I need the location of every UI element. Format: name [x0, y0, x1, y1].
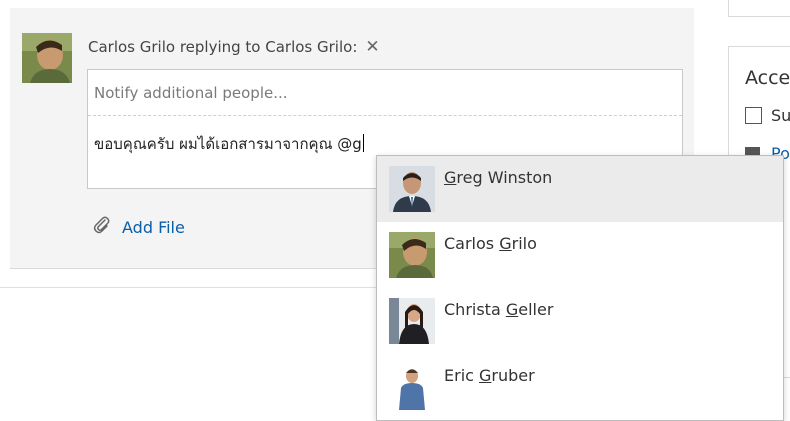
add-file-label: Add File — [122, 217, 185, 237]
checkbox-unchecked[interactable] — [745, 107, 762, 124]
suggestion-name: Eric Gruber — [444, 366, 535, 385]
person-eric-avatar — [389, 364, 435, 410]
mention-suggestions-dropdown: Greg Winston Carlos Grilo Christa Geller — [376, 155, 784, 421]
notify-people-input[interactable] — [88, 70, 682, 116]
suggestion-name: Christa Geller — [444, 300, 554, 319]
suggestion-carlos-grilo[interactable]: Carlos Grilo — [377, 222, 783, 288]
suggestion-christa-geller[interactable]: Christa Geller — [377, 288, 783, 354]
suggestion-name: Carlos Grilo — [444, 234, 537, 253]
reply-author-avatar[interactable] — [22, 33, 72, 83]
side-card-top — [728, 0, 790, 17]
suggestion-name: Greg Winston — [444, 168, 553, 187]
person-greg-avatar — [389, 166, 435, 212]
checkbox-label-1: Su — [771, 106, 790, 125]
person-christa-avatar — [389, 298, 435, 344]
suggestion-greg-winston[interactable]: Greg Winston — [377, 156, 783, 222]
person-carlos-avatar — [389, 232, 435, 278]
text-caret — [362, 134, 364, 152]
side-card-title: Acce — [745, 67, 790, 89]
message-body[interactable]: ขอบคุณครับ ผมได้เอกสารมาจากคุณ @g — [94, 132, 364, 156]
add-file-button[interactable]: Add File — [92, 215, 185, 239]
reply-header: Carlos Grilo replying to Carlos Grilo: ✕ — [88, 38, 380, 56]
close-icon[interactable]: ✕ — [365, 38, 379, 56]
message-text: ขอบคุณครับ ผมได้เอกสารมาจากคุณ @g — [94, 135, 362, 153]
suggestion-eric-gruber[interactable]: Eric Gruber — [377, 354, 783, 420]
reply-header-text: Carlos Grilo replying to Carlos Grilo: — [88, 38, 358, 56]
paperclip-icon — [92, 215, 112, 239]
